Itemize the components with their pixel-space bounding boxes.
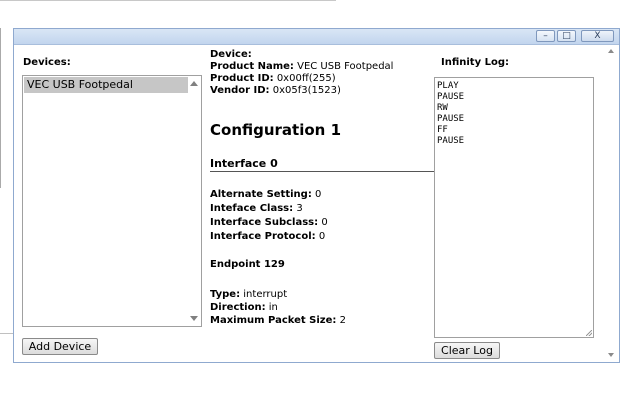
background-line xyxy=(0,0,336,1)
log-entries: PLAY PAUSE RW PAUSE FF PAUSE xyxy=(437,81,465,146)
interface-divider xyxy=(210,171,437,172)
alternate-setting-value: 0 xyxy=(315,189,322,200)
type-row: Type: interrupt xyxy=(210,289,287,300)
close-button[interactable]: X xyxy=(581,30,614,42)
scroll-up-arrow-icon[interactable] xyxy=(190,81,198,86)
vendor-id-label: Vendor ID: xyxy=(210,85,270,96)
product-id-value: 0x00ff(255) xyxy=(276,73,336,84)
direction-value: in xyxy=(268,302,278,313)
interface-subclass-label: Interface Subclass: xyxy=(210,217,319,228)
vendor-id-value: 0x05f3(1523) xyxy=(272,85,341,96)
scroll-up-arrow-icon[interactable] xyxy=(608,49,614,53)
interface-class-value: 3 xyxy=(296,203,303,214)
clear-log-button[interactable]: Clear Log xyxy=(434,342,500,359)
direction-label: Direction: xyxy=(210,302,266,313)
window-scrollbar[interactable] xyxy=(606,45,618,361)
background-line xyxy=(0,28,1,188)
interface-protocol-row: Interface Protocol: 0 xyxy=(210,231,325,242)
product-name-label: Product Name: xyxy=(210,61,294,72)
direction-row: Direction: in xyxy=(210,302,278,313)
log-label: Infinity Log: xyxy=(441,57,509,68)
interface-subclass-value: 0 xyxy=(321,217,328,228)
alternate-setting-label: Alternate Setting: xyxy=(210,189,312,200)
devices-list[interactable]: VEC USB Footpedal xyxy=(22,75,202,327)
max-packet-value: 2 xyxy=(339,315,346,326)
alternate-setting-row: Alternate Setting: 0 xyxy=(210,189,321,200)
vendor-id-row: Vendor ID: 0x05f3(1523) xyxy=(210,85,341,96)
device-heading: Device: xyxy=(210,49,252,60)
devices-label: Devices: xyxy=(23,57,71,68)
interface-title: Interface 0 xyxy=(210,157,278,170)
resize-grip-icon[interactable] xyxy=(586,330,592,336)
interface-protocol-label: Interface Protocol: xyxy=(210,231,316,242)
title-bar[interactable]: – □ X xyxy=(14,29,619,45)
interface-class-label: Inteface Class: xyxy=(210,203,294,214)
interface-class-row: Inteface Class: 3 xyxy=(210,203,303,214)
maximize-button[interactable]: □ xyxy=(557,30,576,42)
product-id-row: Product ID: 0x00ff(255) xyxy=(210,73,336,84)
max-packet-label: Maximum Packet Size: xyxy=(210,315,337,326)
log-textarea[interactable]: PLAY PAUSE RW PAUSE FF PAUSE xyxy=(434,77,594,338)
minimize-button[interactable]: – xyxy=(536,30,555,42)
interface-protocol-value: 0 xyxy=(318,231,326,242)
interface-subclass-row: Interface Subclass: 0 xyxy=(210,217,328,228)
type-value: interrupt xyxy=(243,289,288,300)
type-label: Type: xyxy=(210,289,241,300)
background-line xyxy=(0,333,14,334)
endpoint-title: Endpoint 129 xyxy=(210,259,285,270)
devices-scrollbar[interactable] xyxy=(188,76,201,326)
add-device-button[interactable]: Add Device xyxy=(22,338,98,355)
content-area: Devices: VEC USB Footpedal Add Device De… xyxy=(14,45,619,362)
app-window: – □ X Devices: VEC USB Footpedal Add Dev… xyxy=(13,28,620,363)
configuration-title: Configuration 1 xyxy=(210,121,342,139)
scroll-down-arrow-icon[interactable] xyxy=(190,316,198,321)
product-name-row: Product Name: VEC USB Footpedal xyxy=(210,61,393,72)
product-name-value: VEC USB Footpedal xyxy=(297,61,394,72)
scroll-down-arrow-icon[interactable] xyxy=(608,353,614,357)
device-list-item[interactable]: VEC USB Footpedal xyxy=(24,77,188,93)
max-packet-row: Maximum Packet Size: 2 xyxy=(210,315,346,326)
product-id-label: Product ID: xyxy=(210,73,274,84)
